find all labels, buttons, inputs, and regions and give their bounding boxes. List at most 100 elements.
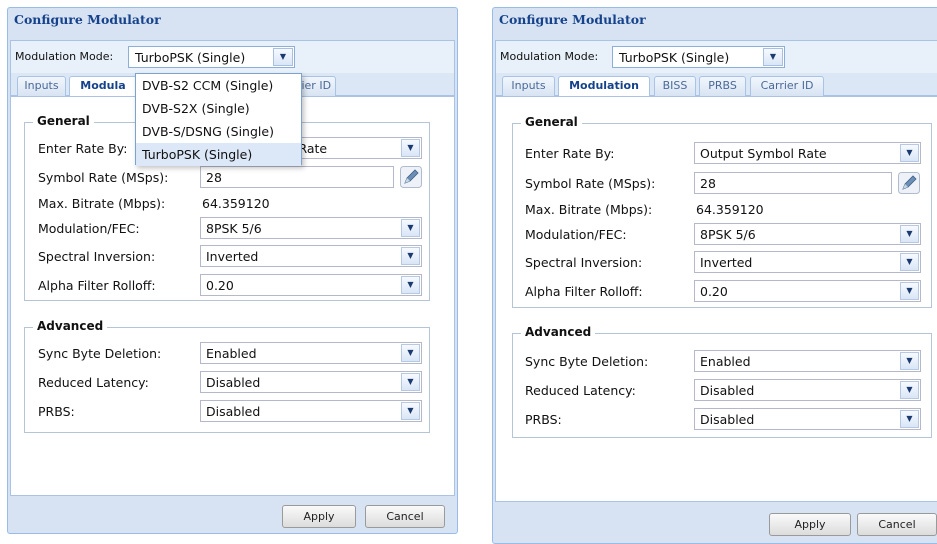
- enter-rate-label: Enter Rate By:: [38, 141, 128, 156]
- configure-modulator-dialog-left: Configure Modulator Modulation Mode: Tur…: [7, 7, 458, 534]
- chevron-down-icon[interactable]: ▼: [401, 139, 420, 157]
- alpha-rolloff-label: Alpha Filter Rolloff:: [525, 284, 643, 299]
- modulation-mode-select[interactable]: TurboPSK (Single) ▼: [128, 46, 295, 68]
- sync-byte-deletion-select[interactable]: Enabled ▼: [694, 350, 921, 372]
- enter-rate-value: Output Symbol Rate: [700, 146, 827, 161]
- apply-button[interactable]: Apply: [282, 505, 356, 528]
- chevron-down-icon[interactable]: ▼: [900, 282, 919, 300]
- tab-prbs[interactable]: PRBS: [699, 76, 746, 96]
- tab-inputs[interactable]: Inputs: [502, 76, 555, 96]
- chevron-down-icon[interactable]: ▼: [401, 219, 420, 237]
- tab-modulation[interactable]: Modulation: [558, 76, 650, 97]
- chevron-down-icon[interactable]: ▼: [401, 373, 420, 391]
- modulation-fec-select[interactable]: 8PSK 5/6 ▼: [200, 217, 422, 239]
- prbs-value: Disabled: [206, 404, 261, 419]
- enter-rate-label: Enter Rate By:: [525, 146, 615, 161]
- chevron-down-icon[interactable]: ▼: [900, 352, 919, 370]
- prbs-select[interactable]: Disabled ▼: [694, 408, 921, 430]
- cancel-button[interactable]: Cancel: [365, 505, 445, 528]
- advanced-legend: Advanced: [33, 319, 108, 333]
- enter-rate-select[interactable]: Output Symbol Rate ▼: [694, 142, 921, 164]
- symbol-rate-label: Symbol Rate (MSps):: [525, 176, 656, 191]
- alpha-rolloff-select[interactable]: 0.20 ▼: [694, 280, 921, 302]
- modulation-mode-dropdown: DVB-S2 CCM (Single) DVB-S2X (Single) DVB…: [135, 73, 302, 166]
- alpha-rolloff-value: 0.20: [206, 278, 234, 293]
- spectral-inversion-value: Inverted: [700, 255, 753, 270]
- reduced-latency-label: Reduced Latency:: [525, 383, 636, 398]
- modulation-mode-row: Modulation Mode: TurboPSK (Single) ▼: [495, 40, 937, 73]
- chevron-down-icon[interactable]: ▼: [900, 253, 919, 271]
- dialog-title: Configure Modulator: [14, 12, 161, 27]
- modulation-fec-select[interactable]: 8PSK 5/6 ▼: [694, 223, 921, 245]
- prbs-select[interactable]: Disabled ▼: [200, 400, 422, 422]
- apply-button[interactable]: Apply: [769, 513, 851, 536]
- spectral-inversion-value: Inverted: [206, 249, 259, 264]
- tab-modulation[interactable]: Modula: [69, 76, 137, 97]
- sync-byte-deletion-select[interactable]: Enabled ▼: [200, 342, 422, 364]
- chevron-down-icon[interactable]: ▼: [401, 402, 420, 420]
- symbol-rate-input[interactable]: 28: [694, 172, 892, 194]
- modulation-mode-row: Modulation Mode: TurboPSK (Single) ▼: [10, 40, 455, 73]
- modulation-fec-label: Modulation/FEC:: [38, 221, 140, 236]
- dropdown-option-turbopsk[interactable]: TurboPSK (Single): [136, 143, 301, 166]
- symbol-rate-input[interactable]: 28: [200, 166, 394, 188]
- modulation-fec-value: 8PSK 5/6: [700, 227, 756, 242]
- modulation-mode-label: Modulation Mode:: [500, 50, 599, 63]
- tab-inputs[interactable]: Inputs: [17, 76, 66, 96]
- chevron-down-icon[interactable]: ▼: [273, 48, 293, 66]
- spectral-inversion-label: Spectral Inversion:: [525, 255, 643, 270]
- chevron-down-icon[interactable]: ▼: [401, 247, 420, 265]
- alpha-rolloff-value: 0.20: [700, 284, 728, 299]
- pencil-icon[interactable]: [400, 166, 422, 188]
- spectral-inversion-select[interactable]: Inverted ▼: [694, 251, 921, 273]
- chevron-down-icon[interactable]: ▼: [763, 48, 783, 66]
- pencil-icon[interactable]: [898, 172, 920, 194]
- advanced-fieldset: Advanced Sync Byte Deletion: Enabled ▼ R…: [512, 325, 932, 438]
- symbol-rate-label: Symbol Rate (MSps):: [38, 170, 169, 185]
- advanced-legend: Advanced: [521, 325, 596, 339]
- dropdown-option-dvb-s-dsng[interactable]: DVB-S/DSNG (Single): [136, 120, 301, 143]
- modulation-mode-value: TurboPSK (Single): [619, 50, 730, 65]
- reduced-latency-select[interactable]: Disabled ▼: [200, 371, 422, 393]
- prbs-label: PRBS:: [38, 404, 75, 419]
- alpha-rolloff-select[interactable]: 0.20 ▼: [200, 274, 422, 296]
- modulation-mode-select[interactable]: TurboPSK (Single) ▼: [612, 46, 785, 68]
- spectral-inversion-select[interactable]: Inverted ▼: [200, 245, 422, 267]
- dropdown-option-dvb-s2x[interactable]: DVB-S2X (Single): [136, 97, 301, 120]
- prbs-value: Disabled: [700, 412, 755, 427]
- reduced-latency-value: Disabled: [700, 383, 755, 398]
- max-bitrate-value: 64.359120: [202, 196, 270, 211]
- spectral-inversion-label: Spectral Inversion:: [38, 249, 156, 264]
- tab-biss[interactable]: BISS: [654, 76, 696, 96]
- tab-strip: Inputs Modulation BISS PRBS Carrier ID: [495, 73, 937, 97]
- modulation-mode-value: TurboPSK (Single): [135, 50, 246, 65]
- prbs-label: PRBS:: [525, 412, 562, 427]
- cancel-button[interactable]: Cancel: [857, 513, 937, 536]
- modulation-mode-label: Modulation Mode:: [15, 50, 114, 63]
- general-fieldset: General Enter Rate By: Output Symbol Rat…: [512, 115, 932, 308]
- reduced-latency-select[interactable]: Disabled ▼: [694, 379, 921, 401]
- chevron-down-icon[interactable]: ▼: [900, 144, 919, 162]
- dropdown-option-dvb-s2-ccm[interactable]: DVB-S2 CCM (Single): [136, 74, 301, 97]
- chevron-down-icon[interactable]: ▼: [900, 410, 919, 428]
- general-legend: General: [33, 114, 94, 128]
- reduced-latency-label: Reduced Latency:: [38, 375, 149, 390]
- dialog-title: Configure Modulator: [499, 12, 646, 27]
- alpha-rolloff-label: Alpha Filter Rolloff:: [38, 278, 156, 293]
- chevron-down-icon[interactable]: ▼: [900, 225, 919, 243]
- chevron-down-icon[interactable]: ▼: [401, 344, 420, 362]
- modulation-panel: General Enter Rate By: Output Symbol Rat…: [495, 96, 937, 502]
- tab-carrier-id[interactable]: Carrier ID: [750, 76, 824, 96]
- symbol-rate-value: 28: [700, 176, 716, 191]
- max-bitrate-label: Max. Bitrate (Mbps):: [38, 196, 166, 211]
- modulation-fec-value: 8PSK 5/6: [206, 221, 262, 236]
- max-bitrate-label: Max. Bitrate (Mbps):: [525, 202, 653, 217]
- chevron-down-icon[interactable]: ▼: [900, 381, 919, 399]
- sync-byte-deletion-value: Enabled: [700, 354, 751, 369]
- reduced-latency-value: Disabled: [206, 375, 261, 390]
- modulation-fec-label: Modulation/FEC:: [525, 227, 627, 242]
- max-bitrate-value: 64.359120: [696, 202, 764, 217]
- symbol-rate-value: 28: [206, 170, 222, 185]
- advanced-fieldset: Advanced Sync Byte Deletion: Enabled ▼ R…: [24, 319, 430, 433]
- chevron-down-icon[interactable]: ▼: [401, 276, 420, 294]
